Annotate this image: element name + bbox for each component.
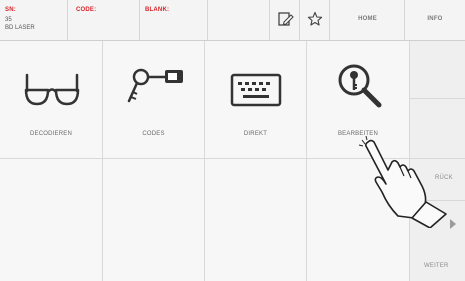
favorite-button[interactable] (300, 0, 330, 40)
edit-button[interactable] (270, 0, 300, 40)
blank-label: BLANK: (145, 7, 170, 13)
key-tag-icon (123, 57, 185, 114)
star-icon (307, 11, 323, 32)
edit-note-icon (278, 11, 294, 32)
code-label: CODE: (76, 7, 97, 13)
home-button[interactable]: HOME (330, 0, 405, 40)
sn-label: SN: (5, 7, 16, 13)
sn-cell: SN: 35 BD LASER (0, 0, 68, 40)
next-label: WEITER (424, 263, 449, 269)
direkt-label: DIREKT (243, 131, 268, 137)
info-button[interactable]: INFO (405, 0, 465, 40)
info-label: INFO (427, 16, 443, 22)
chevron-right-icon (448, 217, 458, 235)
decodieren-label: DECODIEREN (29, 131, 72, 137)
tile-empty-2 (103, 159, 205, 281)
tile-direkt[interactable]: DIREKT (205, 41, 307, 159)
blank-cell: BLANK: (140, 0, 208, 40)
home-label: HOME (358, 16, 377, 22)
sn-value-name: BD LASER (5, 25, 35, 31)
glasses-icon (22, 71, 82, 114)
tile-codes[interactable]: CODES (103, 41, 205, 159)
code-cell: CODE: (68, 0, 140, 40)
side-blank-top (410, 41, 465, 99)
pointing-hand-icon (358, 135, 448, 233)
tile-decodieren[interactable]: DECODIEREN (0, 41, 103, 159)
codes-label: CODES (142, 131, 165, 137)
keyboard-icon (230, 73, 282, 112)
top-bar: SN: 35 BD LASER CODE: BLANK: HOME INFO (0, 0, 465, 41)
empty-cell (208, 0, 270, 40)
magnifier-key-icon (335, 61, 385, 116)
sn-value-number: 35 (5, 17, 12, 23)
tile-empty-3 (205, 159, 307, 281)
tile-empty-1 (0, 159, 103, 281)
